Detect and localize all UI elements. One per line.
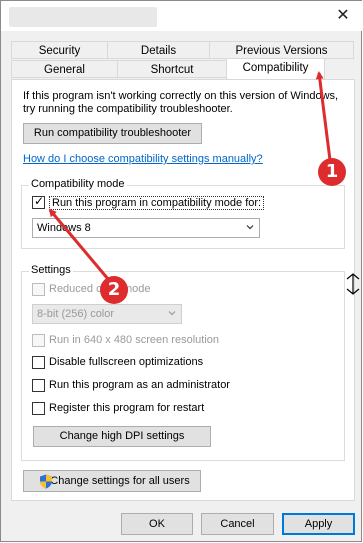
resolution-label: Run in 640 x 480 screen resolution — [49, 334, 219, 346]
window-title-blurred — [9, 7, 157, 27]
os-select[interactable]: Windows 8 — [32, 218, 260, 238]
run-as-admin-checkbox[interactable] — [32, 379, 45, 392]
run-as-admin-label: Run this program as an administrator — [49, 379, 230, 391]
properties-window: ✕ Security Details Previous Versions Gen… — [0, 0, 362, 542]
chevron-down-icon — [168, 311, 176, 316]
title-bar: ✕ — [1, 1, 362, 31]
color-depth-select[interactable]: 8-bit (256) color — [32, 304, 182, 324]
intro-line-1: If this program isn't working correctly … — [23, 90, 339, 102]
resolution-checkbox[interactable] — [32, 334, 45, 347]
fullscreen-opt-label: Disable fullscreen optimizations — [49, 356, 204, 368]
register-restart-checkbox[interactable] — [32, 402, 45, 415]
fullscreen-opt-checkbox[interactable] — [32, 356, 45, 369]
tab-details[interactable]: Details — [107, 41, 210, 59]
change-all-users-button[interactable]: Change settings for all users — [23, 470, 201, 492]
compatibility-mode-checkbox[interactable]: ✓ — [32, 194, 45, 209]
tab-compatibility[interactable]: Compatibility — [226, 58, 325, 79]
tab-previous-versions[interactable]: Previous Versions — [209, 41, 354, 59]
close-icon[interactable]: ✕ — [332, 5, 354, 27]
settings-legend: Settings — [29, 264, 73, 276]
color-depth-value: 8-bit (256) color — [37, 308, 115, 320]
checkmark-icon: ✓ — [34, 194, 45, 208]
change-all-users-label: Change settings for all users — [50, 475, 190, 487]
os-select-value: Windows 8 — [37, 222, 91, 234]
annotation-badge-1: 1 — [318, 158, 346, 186]
cancel-button[interactable]: Cancel — [201, 513, 274, 535]
change-dpi-button[interactable]: Change high DPI settings — [33, 426, 211, 447]
compatibility-mode-label[interactable]: Run this program in compatibility mode f… — [49, 196, 265, 210]
run-troubleshooter-button[interactable]: Run compatibility troubleshooter — [23, 123, 202, 144]
tab-shortcut[interactable]: Shortcut — [117, 60, 227, 78]
compatibility-mode-legend: Compatibility mode — [29, 178, 127, 190]
tab-security[interactable]: Security — [11, 41, 108, 59]
reduced-color-checkbox[interactable] — [32, 283, 45, 296]
intro-line-2: try running the compatibility troublesho… — [23, 103, 233, 115]
compatibility-mode-group — [21, 185, 345, 249]
apply-button[interactable]: Apply — [282, 513, 355, 535]
ok-button[interactable]: OK — [121, 513, 193, 535]
shield-icon — [40, 474, 52, 489]
register-restart-label: Register this program for restart — [49, 402, 205, 414]
tab-general[interactable]: General — [11, 60, 118, 78]
help-link[interactable]: How do I choose compatibility settings m… — [23, 153, 263, 165]
mouse-cursor-icon — [346, 273, 360, 295]
annotation-badge-2: 2 — [100, 276, 128, 304]
chevron-down-icon — [246, 225, 254, 230]
